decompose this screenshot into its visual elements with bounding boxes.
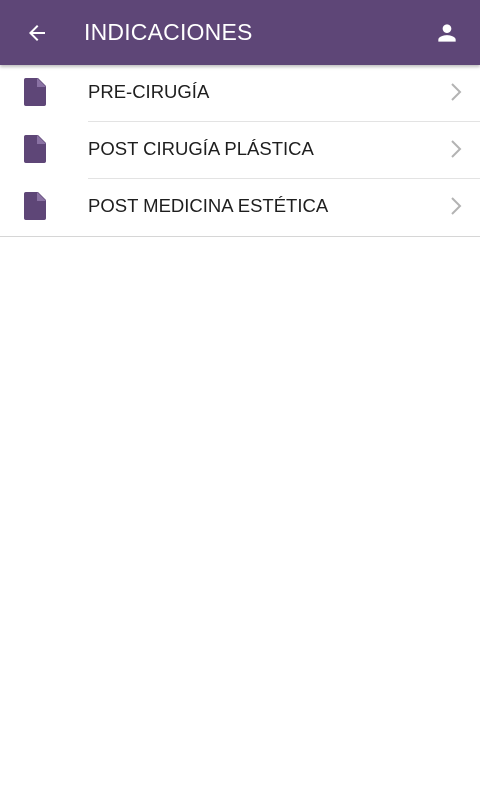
- app-screen: INDICACIONES PRE-CIRUGÍA POST CIRUGÍA PL…: [0, 0, 480, 800]
- chevron-right-icon: [451, 197, 462, 215]
- document-icon: [24, 78, 46, 106]
- list-item-label: PRE-CIRUGÍA: [88, 81, 210, 102]
- list-item-label: POST CIRUGÍA PLÁSTICA: [88, 138, 314, 159]
- back-button[interactable]: [14, 10, 60, 56]
- list-item-label: POST MEDICINA ESTÉTICA: [88, 195, 329, 216]
- page-title: INDICACIONES: [84, 19, 253, 45]
- document-icon: [24, 192, 46, 220]
- profile-button[interactable]: [424, 10, 470, 56]
- person-icon: [438, 24, 456, 42]
- indications-list: PRE-CIRUGÍA POST CIRUGÍA PLÁSTICA POST M…: [0, 65, 480, 237]
- arrow-left-icon: [29, 25, 45, 41]
- list-item-post-cirugia-plastica[interactable]: POST CIRUGÍA PLÁSTICA: [0, 122, 480, 179]
- document-icon: [24, 135, 46, 163]
- list-item-post-medicina-estetica[interactable]: POST MEDICINA ESTÉTICA: [0, 179, 480, 236]
- list-item-pre-cirugia[interactable]: PRE-CIRUGÍA: [0, 65, 480, 122]
- chevron-right-icon: [451, 83, 462, 101]
- chevron-right-icon: [451, 140, 462, 158]
- top-toolbar: INDICACIONES: [0, 0, 480, 65]
